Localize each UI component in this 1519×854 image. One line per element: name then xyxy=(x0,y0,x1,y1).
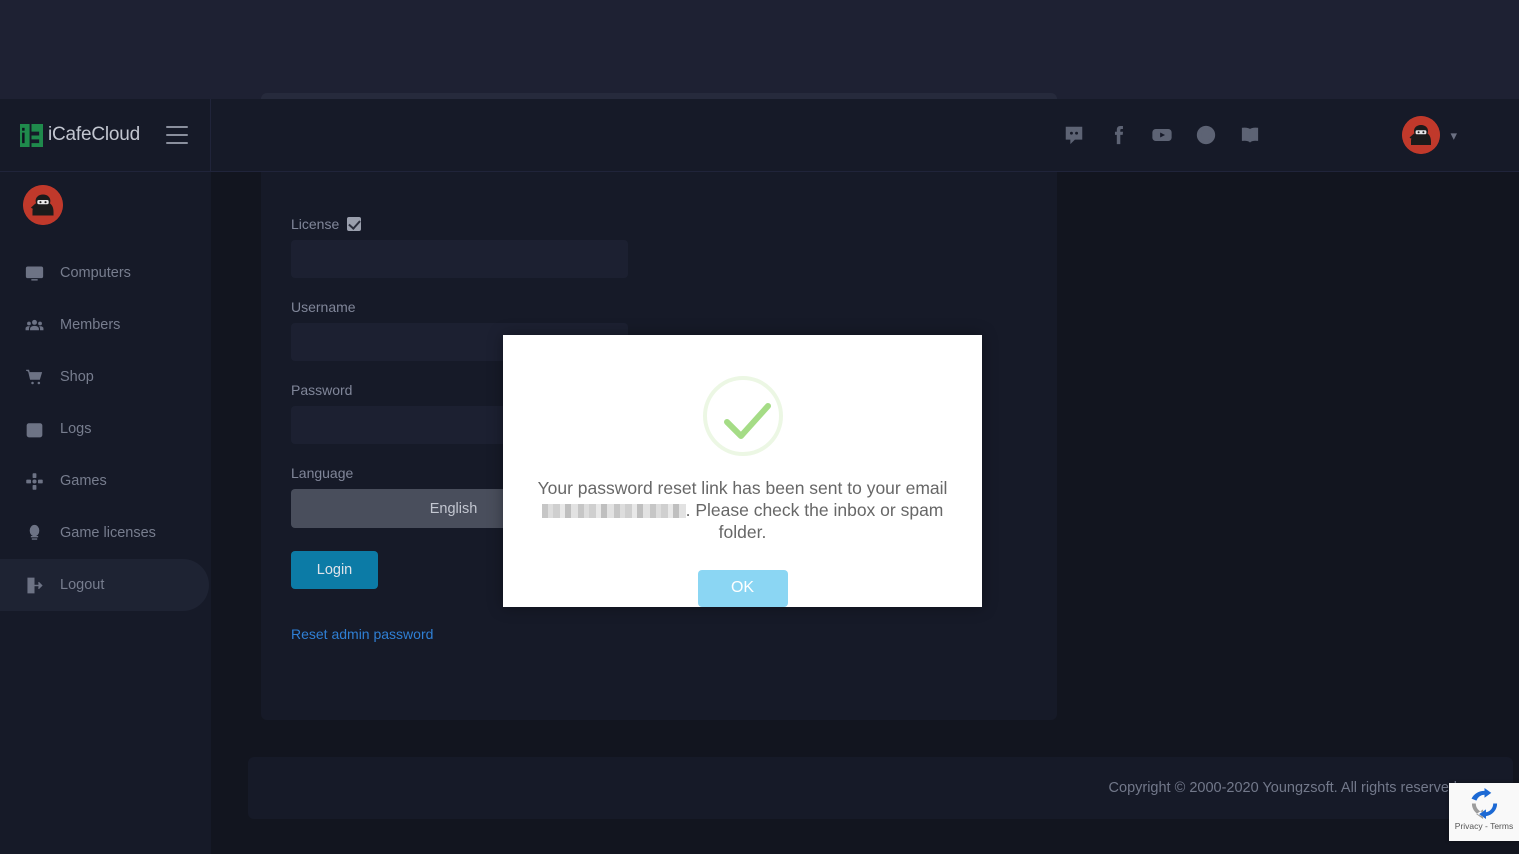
facebook-icon[interactable] xyxy=(1106,123,1130,147)
page-root: iCafeCloud ▾ Computers Members Shop Logs… xyxy=(0,0,1519,854)
discord-icon[interactable] xyxy=(1062,123,1086,147)
header-user-menu[interactable]: ▾ xyxy=(1402,116,1457,154)
icafecloud-logo-icon xyxy=(20,123,43,147)
chevron-down-icon[interactable]: ▾ xyxy=(1450,129,1457,142)
sidebar-avatar[interactable] xyxy=(23,185,63,225)
globe-icon[interactable] xyxy=(1194,123,1218,147)
book-icon[interactable] xyxy=(1238,123,1262,147)
cart-icon xyxy=(24,367,44,387)
calendar-icon xyxy=(24,419,44,439)
sidebar-item-shop[interactable]: Shop xyxy=(0,351,209,403)
sidebar-item-label: Logs xyxy=(60,421,92,437)
copyright-text: Copyright © 2000-2020 Youngzsoft. All ri… xyxy=(1108,780,1461,796)
success-modal: Your password reset link has been sent t… xyxy=(503,335,982,607)
logout-icon xyxy=(24,575,44,595)
sidebar-item-computers[interactable]: Computers xyxy=(0,247,209,299)
modal-ok-button[interactable]: OK xyxy=(697,569,788,607)
license-input[interactable] xyxy=(291,240,628,278)
page-background-top xyxy=(0,0,1519,103)
youtube-icon[interactable] xyxy=(1150,123,1174,147)
success-check-icon xyxy=(702,376,783,456)
redacted-email xyxy=(541,504,686,519)
sidebar-item-label: Members xyxy=(60,317,121,333)
license-icon xyxy=(24,523,44,543)
modal-message-after: . Please check the inbox or spam folder. xyxy=(685,500,944,543)
brand-name: iCafeCloud xyxy=(48,124,140,145)
avatar xyxy=(1402,116,1441,154)
sidebar-item-logs[interactable]: Logs xyxy=(0,403,209,455)
license-label: License xyxy=(291,216,636,232)
recaptcha-icon xyxy=(1469,788,1500,819)
recaptcha-text: Privacy - Terms xyxy=(1454,821,1514,831)
sidebar-item-game-licenses[interactable]: Game licenses xyxy=(0,507,209,559)
sidebar-item-label: Logout xyxy=(60,577,105,593)
top-header: iCafeCloud ▾ xyxy=(0,98,1519,172)
footer: Copyright © 2000-2020 Youngzsoft. All ri… xyxy=(248,757,1513,819)
reset-admin-password-link[interactable]: Reset admin password xyxy=(291,626,433,642)
license-checkbox[interactable] xyxy=(347,217,362,231)
header-icon-group: ▾ xyxy=(1062,116,1519,154)
hamburger-menu-icon[interactable] xyxy=(166,126,188,144)
sidebar: Computers Members Shop Logs Games Game l… xyxy=(0,172,211,854)
sidebar-item-label: Games xyxy=(60,473,107,489)
username-label: Username xyxy=(291,299,356,315)
sidebar-item-logout[interactable]: Logout xyxy=(0,559,209,611)
sidebar-item-games[interactable]: Games xyxy=(0,455,209,507)
login-button[interactable]: Login xyxy=(291,551,378,589)
sidebar-item-label: Shop xyxy=(60,369,94,385)
recaptcha-badge[interactable]: Privacy - Terms xyxy=(1449,783,1519,841)
modal-message: Your password reset link has been sent t… xyxy=(523,477,963,544)
sidebar-item-label: Game licenses xyxy=(60,525,156,541)
modal-message-before: Your password reset link has been sent t… xyxy=(537,478,948,498)
brand-area[interactable]: iCafeCloud xyxy=(0,98,211,172)
people-icon xyxy=(24,315,44,335)
sidebar-item-label: Computers xyxy=(60,265,131,281)
gamepad-icon xyxy=(24,471,44,491)
sidebar-item-members[interactable]: Members xyxy=(0,299,209,351)
monitor-icon xyxy=(24,263,44,283)
